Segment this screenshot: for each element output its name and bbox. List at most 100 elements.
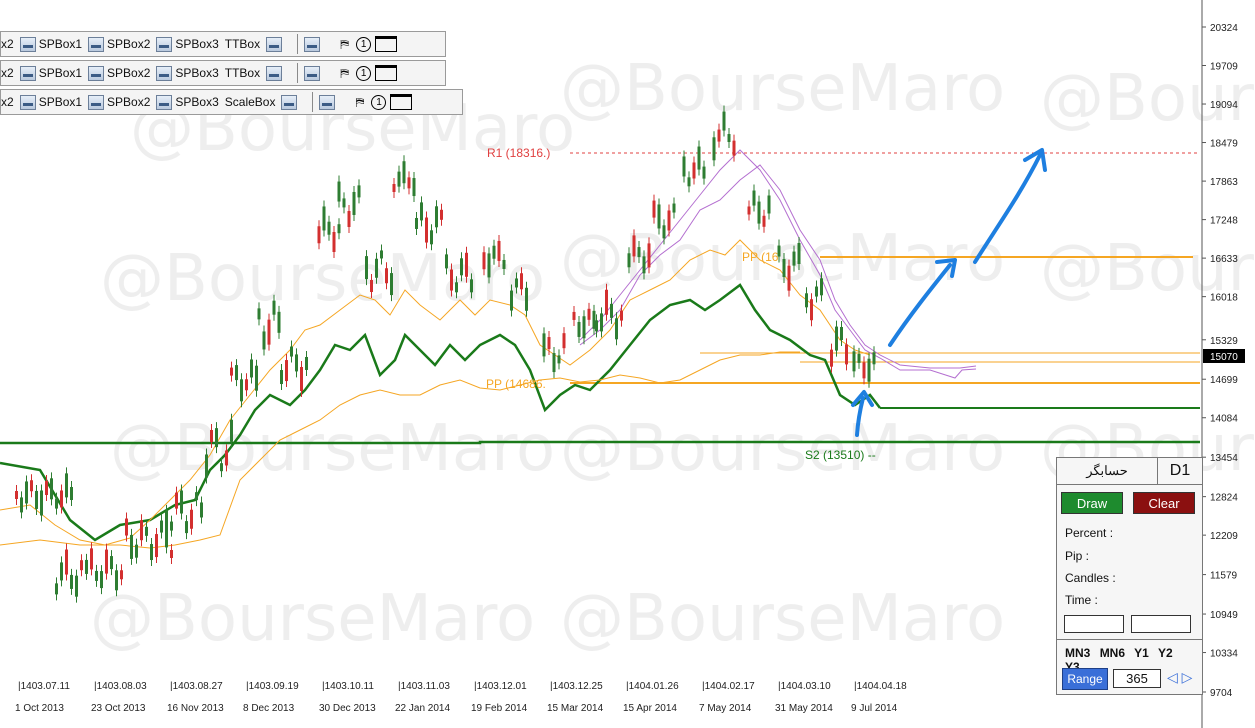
number-one-icon[interactable]: 1 (371, 94, 387, 110)
candle-body (615, 318, 618, 340)
candle-body (652, 200, 656, 218)
candle-body (402, 161, 406, 184)
window-icon (266, 65, 283, 81)
candle-body (125, 518, 128, 536)
toolbar-item-spbox3[interactable]: SPBox3 (156, 36, 219, 52)
tf-mn6[interactable]: MN6 (1100, 646, 1125, 660)
minimize-icon[interactable] (319, 94, 336, 110)
candle-body (175, 492, 178, 509)
candles-label: Candles : (1065, 571, 1116, 585)
toolbar-item-spbox2[interactable]: SPBox2 (88, 65, 150, 81)
blue-arrow-2 (973, 153, 1042, 264)
toolbar-item-x2[interactable]: x2 (1, 66, 14, 80)
window-blank-icon[interactable] (375, 65, 398, 81)
candle-body (145, 526, 148, 536)
tf-y1[interactable]: Y1 (1134, 646, 1149, 660)
calculator-panel: حسابگر D1 Draw Clear Percent : Pip : Can… (1056, 457, 1203, 695)
toolbar-item-spbox3[interactable]: SPBox3 (156, 94, 219, 110)
toolbar-item-spbox1[interactable]: SPBox1 (19, 65, 82, 81)
candle-body (595, 320, 598, 332)
number-one-icon[interactable]: 1 (356, 36, 372, 52)
window-icon (88, 94, 105, 110)
y-tick-label: 19094 (1210, 100, 1238, 111)
window-blank-icon[interactable] (375, 36, 398, 52)
minimize-icon[interactable] (304, 65, 321, 81)
candle-body (445, 254, 448, 269)
candle-body (277, 311, 281, 333)
range-input[interactable]: 365 (1113, 669, 1161, 688)
toolbar-item-ttbox[interactable]: TTBox (225, 36, 285, 52)
candle-body (420, 202, 423, 221)
toolbar-item-scalebox[interactable]: ScaleBox (225, 94, 301, 110)
toolbar-item-ttbox[interactable]: TTBox (225, 65, 285, 81)
candle-body (600, 313, 603, 332)
candle-body (820, 278, 823, 296)
window-icon (88, 36, 105, 52)
end-input[interactable] (1131, 615, 1191, 633)
window-icon (19, 36, 36, 52)
clear-button[interactable]: Clear (1133, 492, 1195, 514)
candle-body (40, 490, 43, 516)
candle-body (180, 490, 183, 514)
pp-lower-label: PP (14686. (486, 377, 546, 391)
candle-body (262, 331, 266, 350)
candle-body (460, 258, 463, 276)
range-button[interactable]: Range (1062, 668, 1108, 690)
candle-body (120, 570, 123, 580)
timeframe-badge: D1 (1169, 462, 1191, 479)
candle-body (830, 349, 833, 367)
window-icon (156, 94, 173, 110)
candles (15, 105, 876, 603)
flag-icon[interactable]: ⛿ (337, 37, 352, 52)
x-tick-label-date: 30 Dec 2013 (319, 703, 376, 714)
candle-body (245, 379, 248, 391)
candle-body (250, 359, 253, 378)
candle-body (587, 308, 591, 320)
x-tick-label-persian: |1404.04.18 (854, 681, 907, 692)
candle-body (185, 521, 188, 534)
candle-body (100, 571, 103, 589)
candle-body (687, 177, 691, 187)
toolbar-item-spbox1[interactable]: SPBox1 (19, 94, 82, 110)
x-tick-label-date: 8 Dec 2013 (243, 703, 295, 714)
candle-body (390, 273, 393, 296)
toolbar-item-spbox3[interactable]: SPBox3 (156, 65, 219, 81)
candle-body (322, 206, 326, 231)
restore-icon (266, 36, 283, 52)
candle-body (230, 419, 233, 442)
toolbar-item-x2[interactable]: x2 (1, 37, 14, 51)
flag-icon[interactable]: ⛿ (352, 95, 367, 110)
window-icon (19, 94, 36, 110)
candle-body (85, 559, 88, 574)
tf-y2[interactable]: Y2 (1158, 646, 1173, 660)
candle-body (375, 258, 378, 278)
candle-body (110, 556, 113, 570)
number-one-icon[interactable]: 1 (356, 65, 372, 81)
draw-button[interactable]: Draw (1061, 492, 1123, 514)
x-tick-label-persian: |1403.12.01 (474, 681, 527, 692)
x-tick-label-date: 23 Oct 2013 (91, 703, 146, 714)
toolbar-item-spbox1[interactable]: SPBox1 (19, 36, 82, 52)
x-tick-label-persian: |1403.07.11 (18, 681, 70, 692)
minimize-icon[interactable] (304, 36, 321, 52)
toolbar-item-spbox2[interactable]: SPBox2 (88, 36, 150, 52)
prev-arrow-icon[interactable]: ◁ (1167, 669, 1178, 685)
start-input[interactable] (1064, 615, 1124, 633)
candle-body (295, 354, 298, 372)
candle-body (45, 481, 48, 496)
flag-icon[interactable]: ⛿ (337, 66, 352, 81)
next-arrow-icon[interactable]: ▷ (1182, 669, 1193, 685)
toolbar-item-x2[interactable]: x2 (1, 95, 14, 109)
candle-body (60, 562, 63, 581)
window-blank-icon[interactable] (390, 94, 413, 110)
candle-body (230, 367, 233, 376)
y-tick-label: 11579 (1210, 571, 1238, 582)
candle-body (255, 365, 258, 391)
x-tick-label-persian: |1404.01.26 (626, 681, 679, 692)
candle-body (65, 473, 68, 498)
candle-body (225, 450, 228, 466)
tf-mn3[interactable]: MN3 (1065, 646, 1090, 660)
candle-body (415, 217, 418, 229)
toolbar-item-spbox2[interactable]: SPBox2 (88, 94, 150, 110)
candle-body (170, 549, 173, 558)
